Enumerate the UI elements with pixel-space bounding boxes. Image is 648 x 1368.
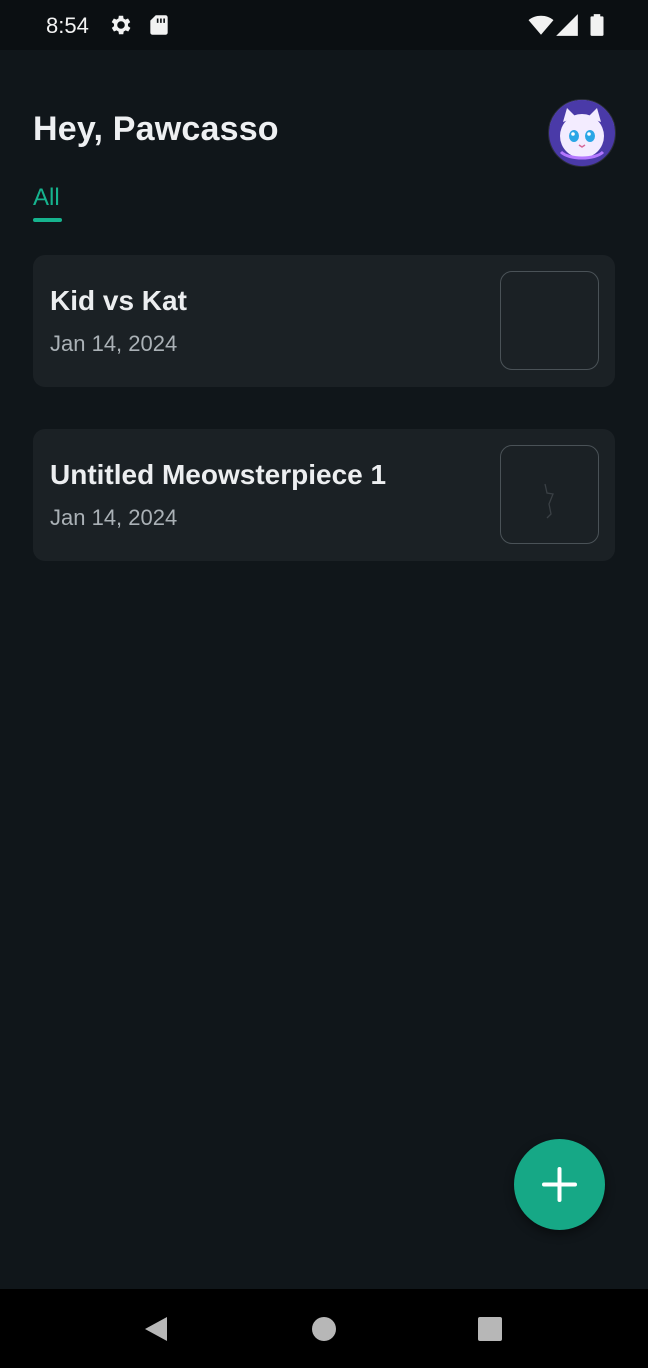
back-icon[interactable] <box>143 1315 169 1343</box>
navigation-bar <box>0 1289 648 1368</box>
battery-icon <box>584 12 610 38</box>
add-drawing-button[interactable] <box>514 1139 605 1230</box>
home-icon[interactable] <box>311 1316 337 1342</box>
recents-icon[interactable] <box>477 1316 503 1342</box>
drawing-date: Jan 14, 2024 <box>50 331 178 356</box>
wifi-icon <box>528 12 554 38</box>
page-title: Hey, Pawcasso <box>33 110 279 148</box>
drawing-title: Untitled Meowsterpiece 1 <box>50 459 387 490</box>
drawing-card[interactable]: Untitled Meowsterpiece 1 Jan 14, 2024 <box>33 429 615 561</box>
tab-all[interactable]: All <box>33 184 60 212</box>
cat-avatar-icon <box>549 100 615 166</box>
avatar[interactable] <box>548 99 616 167</box>
drawing-date: Jan 14, 2024 <box>50 505 178 530</box>
settings-icon <box>108 12 134 38</box>
tab-indicator <box>33 218 62 222</box>
status-time: 8:54 <box>46 13 89 38</box>
drawing-card[interactable]: Kid vs Kat Jan 14, 2024 <box>33 255 615 387</box>
signal-icon <box>554 12 580 38</box>
drawing-title: Kid vs Kat <box>50 285 187 316</box>
scribble-icon <box>544 483 554 519</box>
sd-card-icon <box>146 12 172 38</box>
drawing-thumbnail <box>500 271 599 370</box>
plus-icon <box>542 1167 577 1202</box>
status-bar: 8:54 <box>0 0 648 50</box>
drawing-thumbnail <box>500 445 599 544</box>
